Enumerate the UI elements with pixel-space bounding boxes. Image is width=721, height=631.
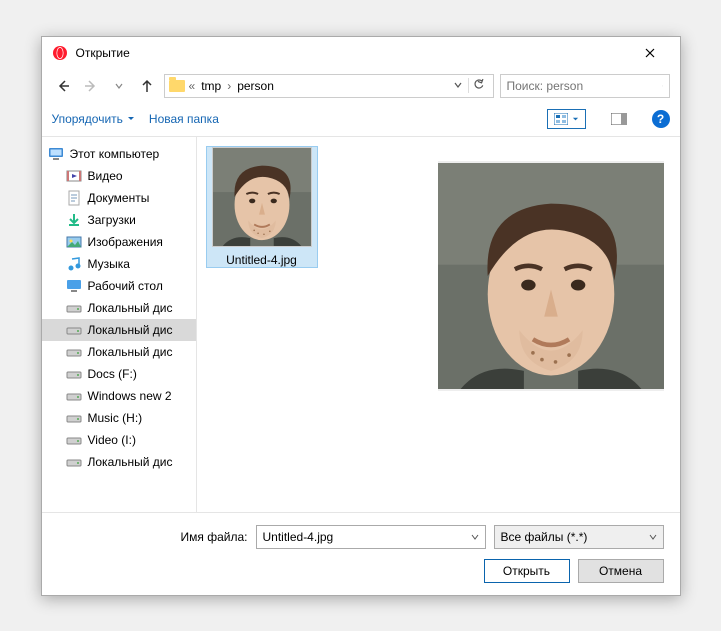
organize-button[interactable]: Упорядочить xyxy=(52,112,135,126)
filter-combo[interactable]: Все файлы (*.*) xyxy=(494,525,664,549)
view-mode-button[interactable] xyxy=(547,109,586,129)
tree-item[interactable]: Документы xyxy=(42,187,196,209)
back-button[interactable] xyxy=(52,75,74,97)
tree-item[interactable]: Видео xyxy=(42,165,196,187)
toolbar: Упорядочить Новая папка ? xyxy=(42,103,680,137)
drive-icon xyxy=(66,322,82,338)
chevron-down-icon xyxy=(572,116,579,123)
tree-item[interactable]: Локальный дис xyxy=(42,319,196,341)
open-dialog: Открытие « tmp › person xyxy=(41,36,681,596)
drive-icon xyxy=(66,366,82,382)
new-folder-button[interactable]: Новая папка xyxy=(149,112,219,126)
nav-tree: Этот компьютер ВидеоДокументыЗагрузкиИзо… xyxy=(42,137,197,512)
filename-label: Имя файла: xyxy=(181,530,248,544)
music-icon xyxy=(66,256,82,272)
close-button[interactable] xyxy=(630,39,670,67)
tree-item[interactable]: Windows new 2 xyxy=(42,385,196,407)
file-item[interactable]: Untitled-4.jpg xyxy=(207,147,317,267)
chevron-down-icon xyxy=(127,115,135,123)
tree-root[interactable]: Этот компьютер xyxy=(42,143,196,165)
arrow-left-icon xyxy=(56,79,70,93)
preview-image xyxy=(438,161,664,391)
help-button[interactable]: ? xyxy=(652,110,670,128)
tree-item[interactable]: Музыка xyxy=(42,253,196,275)
drive-icon xyxy=(66,454,82,470)
thumbnails-icon xyxy=(554,113,568,125)
tree-item[interactable]: Рабочий стол xyxy=(42,275,196,297)
arrow-up-icon xyxy=(140,79,154,93)
cancel-button[interactable]: Отмена xyxy=(578,559,664,583)
preview-pane xyxy=(430,137,680,512)
refresh-icon xyxy=(473,78,485,90)
file-thumbnail xyxy=(212,147,312,247)
chevron-right-icon: › xyxy=(227,79,231,93)
breadcrumb-seg-1[interactable]: tmp xyxy=(199,77,223,95)
recent-button[interactable] xyxy=(108,75,130,97)
chevron-down-icon xyxy=(471,530,479,544)
search-icon xyxy=(662,80,663,92)
drive-icon xyxy=(66,432,82,448)
image-icon xyxy=(66,234,82,250)
tree-item[interactable]: Локальный дис xyxy=(42,451,196,473)
dialog-body: Этот компьютер ВидеоДокументыЗагрузкиИзо… xyxy=(42,137,680,512)
tree-item[interactable]: Docs (F:) xyxy=(42,363,196,385)
open-button[interactable]: Открыть xyxy=(484,559,570,583)
chevron-right-icon: « xyxy=(189,79,196,93)
nav-row: « tmp › person xyxy=(42,69,680,103)
file-label: Untitled-4.jpg xyxy=(207,253,317,267)
tree-item[interactable]: Изображения xyxy=(42,231,196,253)
chevron-down-icon xyxy=(649,530,657,544)
tree-item[interactable]: Локальный дис xyxy=(42,297,196,319)
doc-icon xyxy=(66,190,82,206)
breadcrumb-seg-2[interactable]: person xyxy=(235,77,276,95)
drive-icon xyxy=(66,410,82,426)
download-icon xyxy=(66,212,82,228)
filename-combo[interactable]: Untitled-4.jpg xyxy=(256,525,486,549)
preview-pane-button[interactable] xyxy=(608,108,630,130)
search-input[interactable] xyxy=(507,79,662,93)
address-dropdown-icon[interactable] xyxy=(450,78,466,93)
refresh-button[interactable] xyxy=(468,78,489,93)
folder-icon xyxy=(169,78,185,94)
arrow-right-icon xyxy=(84,79,98,93)
dialog-title: Открытие xyxy=(76,46,630,60)
video-icon xyxy=(66,168,82,184)
forward-button[interactable] xyxy=(80,75,102,97)
opera-icon xyxy=(52,45,68,61)
chevron-down-icon xyxy=(115,82,123,90)
desktop-icon xyxy=(66,278,82,294)
footer: Имя файла: Untitled-4.jpg Все файлы (*.*… xyxy=(42,512,680,595)
drive-icon xyxy=(66,388,82,404)
search-box[interactable] xyxy=(500,74,670,98)
up-button[interactable] xyxy=(136,75,158,97)
computer-icon xyxy=(48,146,64,162)
tree-item[interactable]: Локальный дис xyxy=(42,341,196,363)
drive-icon xyxy=(66,344,82,360)
address-bar[interactable]: « tmp › person xyxy=(164,74,494,98)
drive-icon xyxy=(66,300,82,316)
close-icon xyxy=(645,48,655,58)
file-grid[interactable]: Untitled-4.jpg xyxy=(197,137,430,512)
tree-item[interactable]: Загрузки xyxy=(42,209,196,231)
titlebar: Открытие xyxy=(42,37,680,69)
help-icon: ? xyxy=(657,112,664,126)
tree-item[interactable]: Video (I:) xyxy=(42,429,196,451)
preview-pane-icon xyxy=(611,113,627,125)
tree-item[interactable]: Music (H:) xyxy=(42,407,196,429)
